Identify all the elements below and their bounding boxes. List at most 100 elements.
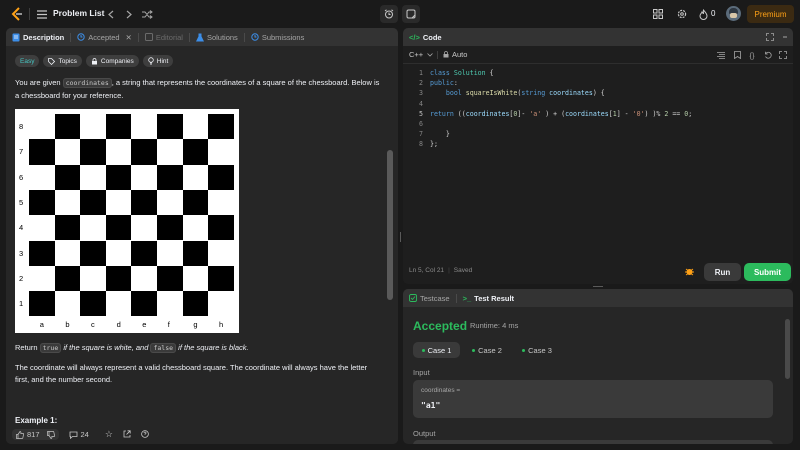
timer-icon[interactable] xyxy=(380,5,398,23)
tab-test-result[interactable]: >_ Test Result xyxy=(463,294,514,303)
board-square xyxy=(29,215,55,241)
run-button[interactable]: Run xyxy=(704,263,741,281)
board-square xyxy=(54,189,81,216)
code-line: class Solution { xyxy=(430,69,494,77)
companies-button[interactable]: Companies xyxy=(85,55,139,67)
line-number: 7 xyxy=(419,130,423,139)
rank-label: 4 xyxy=(19,223,24,233)
bookmark-icon[interactable] xyxy=(732,50,742,60)
case-2-tab[interactable]: Case 2 xyxy=(465,342,509,358)
board-square xyxy=(131,164,157,190)
code-line: public: xyxy=(430,79,458,88)
board-square xyxy=(157,164,183,190)
board-square xyxy=(29,114,55,140)
lock-icon xyxy=(443,51,449,58)
fullscreen-icon[interactable] xyxy=(778,50,788,60)
board-square xyxy=(80,265,106,292)
horizontal-resize-handle[interactable] xyxy=(590,284,606,288)
output-box xyxy=(413,440,773,444)
return-statement: Return true if the square is white, and … xyxy=(15,343,249,353)
chessboard-image: 8 7 6 5 4 3 2 1 a b c d e f g h xyxy=(15,109,239,333)
board-square xyxy=(182,240,209,266)
code-brackets-icon: </> xyxy=(409,32,420,42)
tab-description[interactable]: Description xyxy=(12,33,64,42)
minimize-icon[interactable] xyxy=(780,32,790,42)
divider xyxy=(29,8,30,20)
board-square xyxy=(105,240,132,266)
comments-button[interactable]: 24 xyxy=(69,430,89,439)
tab-editorial[interactable]: Editorial xyxy=(144,33,183,42)
tag-row: Easy Topics Companies Hint xyxy=(15,55,174,67)
tab-code[interactable]: </> Code xyxy=(409,33,442,42)
help-icon[interactable] xyxy=(141,429,149,440)
board-square xyxy=(29,265,55,292)
expand-icon[interactable] xyxy=(765,32,775,42)
debug-icon[interactable] xyxy=(684,266,696,278)
streak-fire-icon[interactable] xyxy=(697,8,709,20)
shuffle-icon[interactable] xyxy=(140,8,154,20)
language-select[interactable]: C++ xyxy=(409,50,433,59)
hint-button[interactable]: Hint xyxy=(142,55,174,67)
notes-icon[interactable] xyxy=(402,5,420,23)
avatar[interactable] xyxy=(726,6,741,21)
board-square xyxy=(157,215,183,241)
board-square xyxy=(105,215,132,241)
tab-solutions[interactable]: Solutions xyxy=(195,33,238,42)
submit-button[interactable]: Submit xyxy=(744,263,791,281)
chevron-right-icon[interactable] xyxy=(124,8,134,20)
tab-accepted[interactable]: Accepted ✕ xyxy=(77,33,132,42)
case-3-tab[interactable]: Case 3 xyxy=(515,342,559,358)
input-box: coordinates = "a1" xyxy=(413,380,773,418)
problem-list-link[interactable]: Problem List xyxy=(53,8,104,18)
file-label: f xyxy=(167,320,170,330)
layout-grid-icon[interactable] xyxy=(652,8,664,20)
comment-count: 24 xyxy=(80,430,89,439)
board-square xyxy=(105,114,132,140)
board-square xyxy=(131,265,157,292)
case-1-tab[interactable]: Case 1 xyxy=(413,342,460,358)
file-label: g xyxy=(193,320,198,330)
example-title: Example 1: xyxy=(15,416,58,425)
code-line: bool squareIsWhite(string coordinates) { xyxy=(445,89,605,98)
board-square xyxy=(182,164,209,190)
tab-testcase[interactable]: Testcase xyxy=(409,294,450,303)
board-square xyxy=(208,265,234,292)
result-panel: Testcase >_ Test Result Accepted Runtime… xyxy=(403,289,793,444)
braces-icon[interactable]: {} xyxy=(747,50,757,60)
like-button[interactable]: 817 xyxy=(12,429,59,440)
chevron-left-icon[interactable] xyxy=(106,8,116,20)
thumbs-down-icon[interactable] xyxy=(46,430,55,439)
vertical-resize-handle[interactable] xyxy=(398,230,402,244)
premium-button[interactable]: Premium xyxy=(747,5,794,23)
result-scrollbar[interactable] xyxy=(785,319,790,379)
line-number: 2 xyxy=(419,79,423,88)
board-square xyxy=(182,139,209,165)
line-number: 3 xyxy=(419,89,423,98)
code-panel: </> Code C++ Auto {} Ln 5, Col 21 | Save… xyxy=(403,28,793,284)
list-icon[interactable] xyxy=(36,8,48,20)
chevron-down-icon xyxy=(427,52,433,57)
board-square xyxy=(131,189,157,216)
difficulty-badge: Easy xyxy=(15,55,40,67)
premium-label: Premium xyxy=(754,9,787,19)
star-icon[interactable]: ☆ xyxy=(105,429,113,440)
reset-icon[interactable] xyxy=(763,50,773,60)
board-square xyxy=(54,139,81,165)
board-square xyxy=(54,291,81,317)
board-square xyxy=(182,265,209,292)
logo-icon[interactable] xyxy=(10,7,24,21)
close-icon[interactable]: ✕ xyxy=(126,33,132,42)
file-label: e xyxy=(142,320,147,330)
line-number: 1 xyxy=(419,69,423,77)
auto-mode[interactable]: Auto xyxy=(443,50,467,59)
comment-icon xyxy=(69,431,77,439)
settings-gear-icon[interactable] xyxy=(676,8,688,20)
scrollbar[interactable] xyxy=(387,150,393,300)
share-icon[interactable] xyxy=(123,429,131,440)
input-label: Input xyxy=(413,368,430,377)
format-icon[interactable] xyxy=(716,50,726,60)
tab-divider xyxy=(70,32,72,42)
topics-button[interactable]: Topics xyxy=(43,55,82,67)
board-square xyxy=(182,215,209,241)
tab-submissions[interactable]: Submissions xyxy=(251,33,304,42)
